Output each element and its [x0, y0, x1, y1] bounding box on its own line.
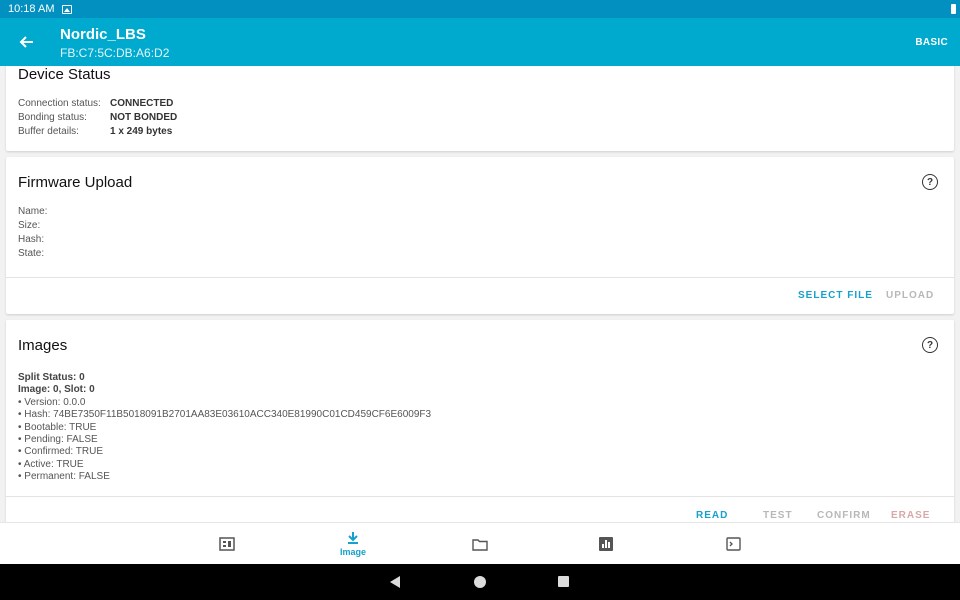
folder-icon: [472, 538, 488, 551]
dashboard-icon: [219, 537, 235, 551]
test-button[interactable]: TEST: [763, 510, 793, 521]
arrow-back-icon: [19, 36, 33, 48]
status-time: 10:18 AM: [8, 3, 55, 15]
buffer-details-label: Buffer details:: [18, 126, 79, 137]
nav-device[interactable]: [197, 523, 257, 565]
read-button[interactable]: READ: [696, 510, 728, 521]
image-version: • Version: 0.0.0: [18, 396, 86, 408]
erase-button[interactable]: ERASE: [891, 510, 930, 521]
buffer-details-row: Buffer details: 1 x 249 bytes: [18, 125, 177, 139]
confirm-button[interactable]: CONFIRM: [817, 510, 871, 521]
image-hash: • Hash: 74BE7350F11B5018091B2701AA83E036…: [18, 409, 432, 421]
device-status-card: Device Status Connection status: CONNECT…: [6, 66, 954, 151]
battery-icon: [951, 4, 956, 14]
bottom-navigation: Image: [0, 522, 960, 564]
image-notification-icon: [62, 4, 73, 14]
firmware-upload-card: Firmware Upload ? Name: Size: Hash: Stat…: [6, 157, 954, 314]
upload-button[interactable]: UPLOAD: [886, 290, 934, 301]
firmware-upload-title: Firmware Upload: [18, 174, 133, 191]
system-navigation-bar: [0, 564, 960, 600]
back-button[interactable]: [14, 30, 38, 54]
image-bootable: • Bootable: TRUE: [18, 421, 97, 433]
connection-status-row: Connection status: CONNECTED: [18, 97, 177, 111]
images-card: Images ? Split Status: 0 Image: 0, Slot:…: [6, 320, 954, 522]
firmware-name-label: Name:: [18, 206, 48, 217]
image-slot: Image: 0, Slot: 0: [18, 384, 95, 396]
image-info: Split Status: 0 Image: 0, Slot: 0 • Vers…: [18, 372, 431, 484]
nav-shell[interactable]: [703, 523, 763, 565]
bonding-status-label: Bonding status:: [18, 112, 87, 123]
download-icon: [348, 532, 358, 544]
help-icon[interactable]: ?: [922, 174, 938, 190]
firmware-state-label: State:: [18, 248, 45, 259]
connection-status-label: Connection status:: [18, 98, 101, 109]
nav-image-label: Image: [339, 547, 366, 557]
basic-mode-button[interactable]: BASIC: [915, 37, 948, 48]
split-status: Split Status: 0: [18, 372, 85, 383]
terminal-icon: [725, 537, 741, 551]
divider: [6, 277, 954, 278]
nav-stats[interactable]: [576, 523, 636, 565]
images-title: Images: [18, 337, 68, 354]
firmware-fields: Name: Size: Hash: State:: [18, 205, 47, 261]
image-active: • Active: TRUE: [18, 458, 84, 470]
image-permanent: • Permanent: FALSE: [18, 471, 110, 483]
device-name: Nordic_LBS: [60, 26, 146, 43]
app-bar: Nordic_LBS FB:C7:5C:DB:A6:D2 BASIC: [0, 18, 960, 66]
firmware-size-label: Size:: [18, 220, 41, 231]
scroll-content[interactable]: Device Status Connection status: CONNECT…: [0, 66, 960, 522]
select-file-button[interactable]: SELECT FILE: [798, 290, 873, 301]
system-back-icon[interactable]: [390, 576, 400, 588]
system-home-icon[interactable]: [474, 576, 486, 588]
device-status-title: Device Status: [18, 66, 111, 83]
image-pending: • Pending: FALSE: [18, 434, 98, 446]
status-bar: 10:18 AM: [0, 0, 960, 18]
firmware-hash-label: Hash:: [18, 234, 45, 245]
help-icon[interactable]: ?: [922, 337, 938, 353]
system-recents-icon[interactable]: [558, 576, 569, 587]
device-address: FB:C7:5C:DB:A6:D2: [60, 46, 170, 60]
bonding-status-row: Bonding status: NOT BONDED: [18, 111, 177, 125]
bar-chart-icon: [599, 537, 613, 551]
connection-status-value: CONNECTED: [110, 98, 174, 109]
nav-files[interactable]: [450, 523, 510, 565]
divider: [6, 496, 954, 497]
nav-image[interactable]: Image: [323, 523, 383, 565]
image-confirmed: • Confirmed: TRUE: [18, 446, 104, 458]
buffer-details-value: 1 x 249 bytes: [110, 126, 173, 137]
device-status-list: Connection status: CONNECTED Bonding sta…: [18, 97, 177, 139]
bonding-status-value: NOT BONDED: [110, 112, 178, 123]
